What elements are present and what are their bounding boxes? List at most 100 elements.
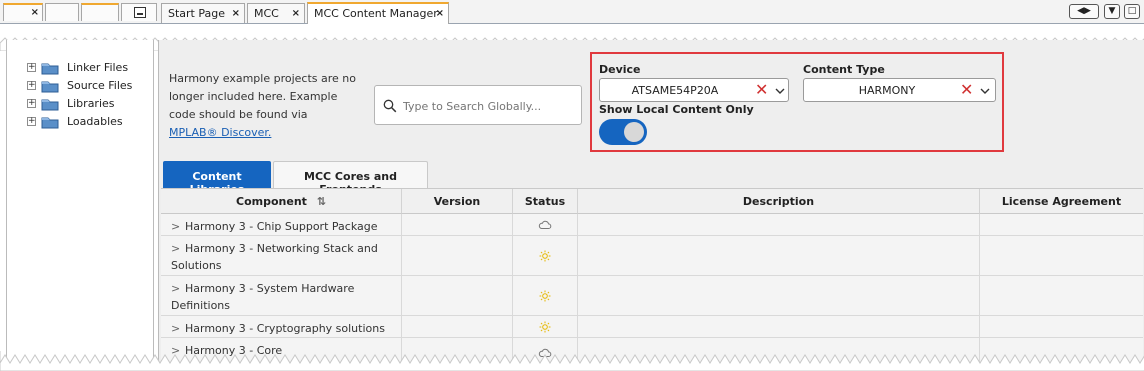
tree-label: Loadables [67, 115, 123, 128]
close-icon[interactable]: × [436, 8, 444, 19]
content-type-select[interactable]: HARMONY ✕ [803, 78, 996, 102]
tab-label: MCC [254, 7, 279, 20]
component-label: Harmony 3 - Chip Support Package [185, 220, 378, 233]
filter-highlight-box: Device ATSAME54P20A ✕ Content Type HARMO… [590, 52, 1004, 152]
search-input[interactable] [403, 98, 575, 114]
table-cell [980, 276, 1143, 315]
notice-text: Harmony example projects are no longer i… [169, 72, 356, 121]
sort-icon[interactable]: ⇅ [317, 195, 326, 208]
table-cell: > Harmony 3 - System Hardware Definitions [161, 276, 402, 315]
table-cell [980, 214, 1143, 235]
folder-icon [41, 99, 59, 111]
table-cell [578, 236, 980, 275]
header-label: Description [742, 195, 815, 208]
tab-mcc-content-manager[interactable]: MCC Content Manager × [307, 2, 449, 24]
clear-content-type-icon[interactable]: ✕ [960, 80, 973, 100]
tab-start-page[interactable]: Start Page × [161, 3, 245, 23]
column-header-license[interactable]: License Agreement [980, 189, 1143, 214]
minimized-tab-3[interactable] [81, 3, 119, 21]
tab-list-dropdown[interactable]: ▼ [1104, 4, 1120, 19]
device-select[interactable]: ATSAME54P20A ✕ [599, 78, 789, 102]
sun-icon [513, 290, 577, 305]
chevron-down-icon[interactable] [774, 85, 786, 97]
tab-label: MCC Content Manager [314, 7, 438, 20]
column-header-status[interactable]: Status [513, 189, 578, 214]
component-label: Harmony 3 - Cryptography solutions [185, 322, 385, 335]
chevron-right-icon[interactable]: > [171, 240, 185, 257]
table-cell [578, 276, 980, 315]
chevron-right-icon[interactable]: > [171, 218, 185, 235]
table-cell [578, 316, 980, 337]
close-icon[interactable]: × [232, 8, 240, 19]
tree-label: Libraries [67, 97, 115, 110]
table-cell: > Harmony 3 - Networking Stack and Soluti… [161, 236, 402, 275]
sun-icon [513, 321, 577, 336]
expand-icon[interactable]: + [27, 117, 36, 126]
expand-icon[interactable]: + [27, 99, 36, 108]
local-content-toggle[interactable] [599, 119, 647, 145]
table-row[interactable]: > Harmony 3 - System Hardware Definitions [161, 276, 1143, 316]
device-label: Device [599, 63, 641, 76]
tab-mcc[interactable]: MCC × [247, 3, 305, 23]
table-cell [513, 214, 578, 235]
tab-scroll-buttons[interactable]: ◀▶ [1069, 4, 1099, 19]
tab-mcc-cores-frontends[interactable]: MCC Cores and Frontends [273, 161, 428, 196]
sun-icon [513, 250, 577, 265]
component-name: > Harmony 3 - System Hardware Definitions [171, 280, 391, 314]
content-type-value: HARMONY [858, 84, 916, 97]
table-row[interactable]: > Harmony 3 - Cryptography solutions [161, 316, 1143, 338]
restore-window-button[interactable]: □ [1124, 4, 1140, 19]
component-name: > Harmony 3 - Networking Stack and Soluti… [171, 240, 391, 274]
close-icon[interactable]: × [31, 7, 39, 18]
chevron-down-icon: ▼ [1108, 6, 1116, 16]
scroll-right-icon[interactable]: ▶ [1084, 6, 1091, 16]
tree-label: Source Files [67, 79, 133, 92]
cloud-icon [513, 219, 577, 234]
minimize-icon [134, 7, 146, 18]
editor-tab-bar: × Start Page × MCC × MCC Content Manager… [0, 0, 1144, 24]
table-cell [578, 214, 980, 235]
close-icon[interactable]: × [292, 8, 300, 19]
table-row[interactable]: > Harmony 3 - Networking Stack and Soluti… [161, 236, 1143, 276]
chevron-down-icon[interactable] [979, 85, 991, 97]
table-cell [402, 276, 513, 315]
table-cell [513, 276, 578, 315]
content-type-label: Content Type [803, 63, 885, 76]
component-label: Harmony 3 - Networking Stack and Solutio… [171, 242, 378, 272]
header-label: License Agreement [1001, 195, 1122, 208]
search-icon [383, 99, 397, 113]
harmony-notice: Harmony example projects are no longer i… [169, 70, 359, 142]
chevron-right-icon[interactable]: > [171, 320, 185, 337]
table-cell [513, 236, 578, 275]
folder-icon [41, 63, 59, 75]
component-label: Harmony 3 - System Hardware Definitions [171, 282, 355, 312]
minimized-tab-2[interactable] [45, 3, 79, 21]
table-cell [980, 236, 1143, 275]
expand-icon[interactable]: + [27, 63, 36, 72]
table-cell [513, 316, 578, 337]
content-manager-panel: Harmony example projects are no longer i… [158, 40, 1144, 371]
restore-icon: □ [1127, 6, 1137, 16]
clear-device-icon[interactable]: ✕ [755, 80, 768, 100]
expand-icon[interactable]: + [27, 81, 36, 90]
tab-label: Start Page [168, 7, 225, 20]
table-cell [402, 316, 513, 337]
chevron-right-icon[interactable]: > [171, 280, 185, 297]
tab-content-libraries[interactable]: Content Libraries [163, 161, 271, 196]
column-header-version[interactable]: Version [402, 189, 513, 214]
table-row[interactable]: > Harmony 3 - Chip Support Package [161, 214, 1143, 236]
global-search-box[interactable] [374, 85, 582, 125]
header-label: Component [236, 195, 307, 208]
scroll-left-icon[interactable]: ◀ [1077, 6, 1084, 16]
column-header-description[interactable]: Description [578, 189, 980, 214]
header-label: Status [524, 195, 566, 208]
column-header-component[interactable]: Component ⇅ [161, 189, 402, 214]
folder-icon [41, 81, 59, 93]
table-cell [402, 236, 513, 275]
component-name: > Harmony 3 - Chip Support Package [171, 218, 391, 235]
mplab-discover-link[interactable]: MPLAB® Discover. [169, 126, 271, 139]
minimize-panel-button[interactable] [121, 3, 157, 21]
header-label: Version [433, 195, 481, 208]
local-content-label: Show Local Content Only [599, 103, 754, 116]
minimized-tab-1[interactable]: × [3, 3, 43, 21]
